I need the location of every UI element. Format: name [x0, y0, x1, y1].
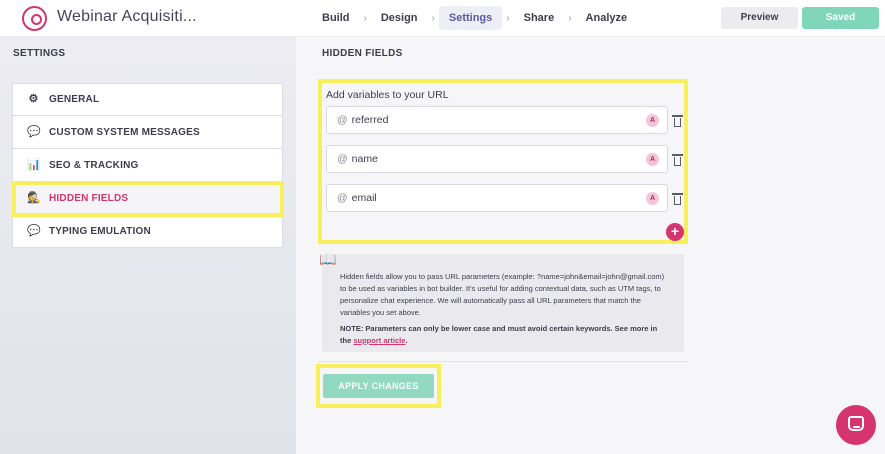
sidebar-item-custom-system-messages[interactable]: 💬 CUSTOM SYSTEM MESSAGES	[12, 116, 283, 149]
builder-steps-nav: Build › Design › Settings › Share › Anal…	[312, 6, 637, 30]
sidebar-item-label: HIDDEN FIELDS	[49, 192, 129, 204]
sidebar-heading: SETTINGS	[13, 48, 66, 59]
preview-button[interactable]: Preview	[721, 7, 798, 29]
info-box: Hidden fields allow you to pass URL para…	[322, 254, 684, 352]
detective-icon: 🕵	[27, 191, 41, 204]
info-note-end: .	[405, 336, 408, 345]
sidebar-item-label: GENERAL	[49, 94, 100, 105]
step-share[interactable]: Share	[514, 6, 565, 30]
chevron-right-icon: ›	[363, 12, 367, 24]
book-icon: 📖	[319, 251, 337, 267]
support-article-link[interactable]: support article	[353, 336, 405, 345]
sidebar-item-label: TYPING EMULATION	[49, 225, 151, 237]
variable-field-email[interactable]: @ email A	[326, 184, 668, 212]
step-design[interactable]: Design	[371, 6, 428, 30]
step-analyze[interactable]: Analyze	[576, 6, 638, 30]
trash-icon[interactable]	[672, 192, 683, 205]
variables-section: Add variables to your URL @ referred A @…	[318, 79, 688, 244]
variables-label: Add variables to your URL	[326, 89, 449, 101]
settings-menu: ⚙ GENERAL 💬 CUSTOM SYSTEM MESSAGES 📊 SEO…	[12, 83, 283, 248]
trash-icon[interactable]	[672, 153, 683, 166]
speech-bubble-icon: 💬	[27, 125, 41, 138]
variable-field-name[interactable]: @ name A	[326, 145, 668, 173]
step-build[interactable]: Build	[312, 6, 360, 30]
settings-sidebar: SETTINGS ⚙ GENERAL 💬 CUSTOM SYSTEM MESSA…	[0, 37, 296, 454]
divider	[318, 361, 688, 362]
chevron-right-icon: ›	[431, 12, 435, 24]
variable-name: name	[351, 153, 378, 165]
bot-title[interactable]: Webinar Acquisiti...	[57, 8, 197, 26]
sidebar-item-typing-emulation[interactable]: 💬 TYPING EMULATION	[12, 215, 283, 248]
sidebar-item-seo-tracking[interactable]: 📊 SEO & TRACKING	[12, 149, 283, 182]
variable-type-badge[interactable]: A	[646, 114, 659, 127]
bot-logo-icon[interactable]	[22, 6, 47, 31]
chat-icon	[848, 416, 864, 431]
sidebar-item-hidden-fields[interactable]: 🕵 HIDDEN FIELDS	[12, 182, 283, 215]
variable-type-badge[interactable]: A	[646, 153, 659, 166]
sidebar-item-label: SEO & TRACKING	[49, 159, 139, 171]
add-variable-button[interactable]: +	[666, 223, 684, 241]
info-note: NOTE: Parameters can only be lower case …	[340, 323, 666, 347]
bar-chart-icon: 📊	[27, 158, 41, 171]
step-settings[interactable]: Settings	[438, 6, 503, 30]
saved-button[interactable]: Saved	[802, 7, 879, 29]
variable-name: email	[351, 192, 377, 204]
gear-icon: ⚙	[28, 93, 39, 105]
trash-icon[interactable]	[672, 114, 683, 127]
chevron-right-icon: ›	[506, 12, 510, 24]
at-sign-icon: @	[337, 114, 348, 126]
apply-changes-button[interactable]: APPLY CHANGES	[323, 374, 434, 398]
sidebar-item-label: CUSTOM SYSTEM MESSAGES	[49, 126, 200, 138]
highlight-frame: APPLY CHANGES	[316, 364, 441, 408]
chat-widget-button[interactable]	[836, 405, 876, 445]
speech-bubble-icon: 💬	[27, 224, 41, 237]
variable-name: referred	[351, 114, 389, 126]
sidebar-item-general[interactable]: ⚙ GENERAL	[12, 83, 283, 116]
chevron-right-icon: ›	[568, 12, 572, 24]
at-sign-icon: @	[337, 192, 348, 204]
variable-type-badge[interactable]: A	[646, 192, 659, 205]
variable-field-referred[interactable]: @ referred A	[326, 106, 668, 134]
top-bar: Webinar Acquisiti... Build › Design › Se…	[0, 0, 885, 37]
hidden-fields-panel: HIDDEN FIELDS Add variables to your URL …	[296, 37, 885, 454]
at-sign-icon: @	[337, 153, 348, 165]
info-text: Hidden fields allow you to pass URL para…	[340, 272, 665, 317]
page-title: HIDDEN FIELDS	[322, 48, 403, 59]
